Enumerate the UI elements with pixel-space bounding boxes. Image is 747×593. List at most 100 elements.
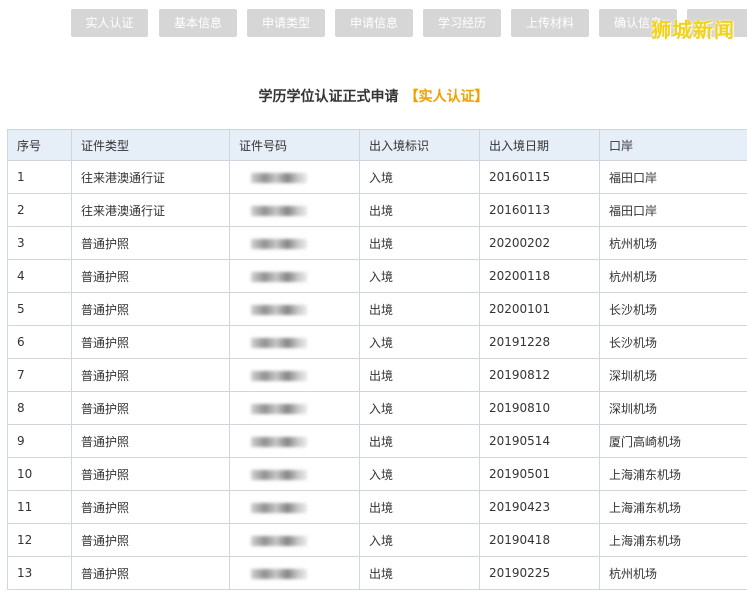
table-row: 12 普通护照 入境 20190418 上海浦东机场 <box>7 523 747 557</box>
cell-document-number-redacted <box>229 556 360 590</box>
cell-serial-no: 2 <box>7 193 72 227</box>
cell-entry-exit-flag: 出境 <box>359 292 480 326</box>
cell-document-number-redacted <box>229 358 360 392</box>
cell-port: 上海浦东机场 <box>599 523 747 557</box>
page-title-text: 学历学位认证正式申请 <box>258 89 399 105</box>
cell-document-type: 普通护照 <box>71 358 230 392</box>
cell-port: 杭州机场 <box>599 259 747 293</box>
cell-document-number-redacted <box>229 325 360 359</box>
cell-port: 福田口岸 <box>599 160 747 194</box>
cell-document-type: 普通护照 <box>71 391 230 425</box>
cell-entry-exit-flag: 出境 <box>359 226 480 260</box>
table-row: 7 普通护照 出境 20190812 深圳机场 <box>7 358 747 392</box>
redaction-blur <box>251 337 307 348</box>
step-tab-real-name-auth[interactable]: 实人认证 <box>71 9 148 37</box>
step-tab-basic-info[interactable]: 基本信息 <box>159 9 237 37</box>
cell-document-type: 普通护照 <box>71 424 230 458</box>
cell-serial-no: 8 <box>7 391 72 425</box>
border-crossing-table: 序号 证件类型 证件号码 出入境标识 出入境日期 口岸 1 往来港澳通行证 入境 20… <box>7 129 747 590</box>
cell-serial-no: 1 <box>7 160 72 194</box>
step-tab-application-type[interactable]: 申请类型 <box>247 9 325 37</box>
cell-serial-no: 4 <box>7 259 72 293</box>
table-row: 11 普通护照 出境 20190423 上海浦东机场 <box>7 490 747 524</box>
redaction-blur <box>251 370 307 381</box>
cell-entry-exit-date: 20190812 <box>479 358 600 392</box>
table-row: 10 普通护照 入境 20190501 上海浦东机场 <box>7 457 747 491</box>
cell-document-type: 普通护照 <box>71 523 230 557</box>
table-row: 2 往来港澳通行证 出境 20160113 福田口岸 <box>7 193 747 227</box>
redaction-blur <box>251 469 307 480</box>
step-tab-application-info[interactable]: 申请信息 <box>335 9 413 37</box>
cell-document-number-redacted <box>229 490 360 524</box>
step-tab-upload-materials[interactable]: 上传材料 <box>511 9 589 37</box>
page-title-tag: 【实人认证】 <box>404 89 489 105</box>
cell-serial-no: 12 <box>7 523 72 557</box>
cell-port: 厦门高崎机场 <box>599 424 747 458</box>
cell-entry-exit-date: 20190423 <box>479 490 600 524</box>
cell-serial-no: 7 <box>7 358 72 392</box>
cell-entry-exit-date: 20200101 <box>479 292 600 326</box>
redaction-blur <box>251 403 307 414</box>
cell-entry-exit-flag: 入境 <box>359 259 480 293</box>
header-entry-exit-flag: 出入境标识 <box>359 129 480 161</box>
cell-entry-exit-date: 20200202 <box>479 226 600 260</box>
table-row: 8 普通护照 入境 20190810 深圳机场 <box>7 391 747 425</box>
cell-document-number-redacted <box>229 193 360 227</box>
cell-document-number-redacted <box>229 259 360 293</box>
cell-entry-exit-flag: 出境 <box>359 193 480 227</box>
page-title: 学历学位认证正式申请 【实人认证】 <box>0 86 747 110</box>
redaction-blur <box>251 271 307 282</box>
cell-entry-exit-flag: 入境 <box>359 325 480 359</box>
header-port: 口岸 <box>599 129 747 161</box>
watermark-logo: 狮城新闻 <box>651 18 735 42</box>
table-row: 3 普通护照 出境 20200202 杭州机场 <box>7 226 747 260</box>
step-tab-bar: 实人认证 基本信息 申请类型 申请信息 学习经历 上传材料 确认信息 狮城新闻 <box>0 0 747 60</box>
table-row: 1 往来港澳通行证 入境 20160115 福田口岸 <box>7 160 747 194</box>
table-row: 5 普通护照 出境 20200101 长沙机场 <box>7 292 747 326</box>
cell-port: 福田口岸 <box>599 193 747 227</box>
cell-serial-no: 3 <box>7 226 72 260</box>
table-row: 13 普通护照 出境 20190225 杭州机场 <box>7 556 747 590</box>
table-row: 6 普通护照 入境 20191228 长沙机场 <box>7 325 747 359</box>
cell-entry-exit-flag: 出境 <box>359 490 480 524</box>
cell-document-type: 往来港澳通行证 <box>71 193 230 227</box>
cell-entry-exit-flag: 出境 <box>359 358 480 392</box>
cell-entry-exit-date: 20190514 <box>479 424 600 458</box>
cell-port: 深圳机场 <box>599 391 747 425</box>
cell-port: 上海浦东机场 <box>599 490 747 524</box>
cell-port: 长沙机场 <box>599 325 747 359</box>
cell-entry-exit-flag: 入境 <box>359 457 480 491</box>
cell-entry-exit-date: 20190501 <box>479 457 600 491</box>
cell-entry-exit-date: 20190810 <box>479 391 600 425</box>
cell-document-type: 普通护照 <box>71 292 230 326</box>
cell-document-type: 普通护照 <box>71 259 230 293</box>
cell-port: 深圳机场 <box>599 358 747 392</box>
cell-entry-exit-date: 20160113 <box>479 193 600 227</box>
redaction-blur <box>251 238 307 249</box>
redaction-blur <box>251 436 307 447</box>
cell-entry-exit-flag: 入境 <box>359 523 480 557</box>
cell-entry-exit-flag: 入境 <box>359 391 480 425</box>
cell-entry-exit-date: 20190418 <box>479 523 600 557</box>
step-tab-study-history[interactable]: 学习经历 <box>423 9 501 37</box>
cell-serial-no: 10 <box>7 457 72 491</box>
cell-serial-no: 5 <box>7 292 72 326</box>
cell-document-number-redacted <box>229 292 360 326</box>
cell-document-type: 普通护照 <box>71 556 230 590</box>
cell-document-type: 普通护照 <box>71 457 230 491</box>
table-row: 9 普通护照 出境 20190514 厦门高崎机场 <box>7 424 747 458</box>
header-serial-no: 序号 <box>7 129 72 161</box>
redaction-blur <box>251 502 307 513</box>
header-document-number: 证件号码 <box>229 129 360 161</box>
cell-entry-exit-flag: 入境 <box>359 160 480 194</box>
cell-document-number-redacted <box>229 391 360 425</box>
redaction-blur <box>251 205 307 216</box>
cell-port: 杭州机场 <box>599 556 747 590</box>
redaction-blur <box>251 568 307 579</box>
cell-entry-exit-date: 20190225 <box>479 556 600 590</box>
cell-document-type: 普通护照 <box>71 325 230 359</box>
cell-document-number-redacted <box>229 457 360 491</box>
cell-serial-no: 11 <box>7 490 72 524</box>
cell-port: 上海浦东机场 <box>599 457 747 491</box>
cell-entry-exit-date: 20191228 <box>479 325 600 359</box>
